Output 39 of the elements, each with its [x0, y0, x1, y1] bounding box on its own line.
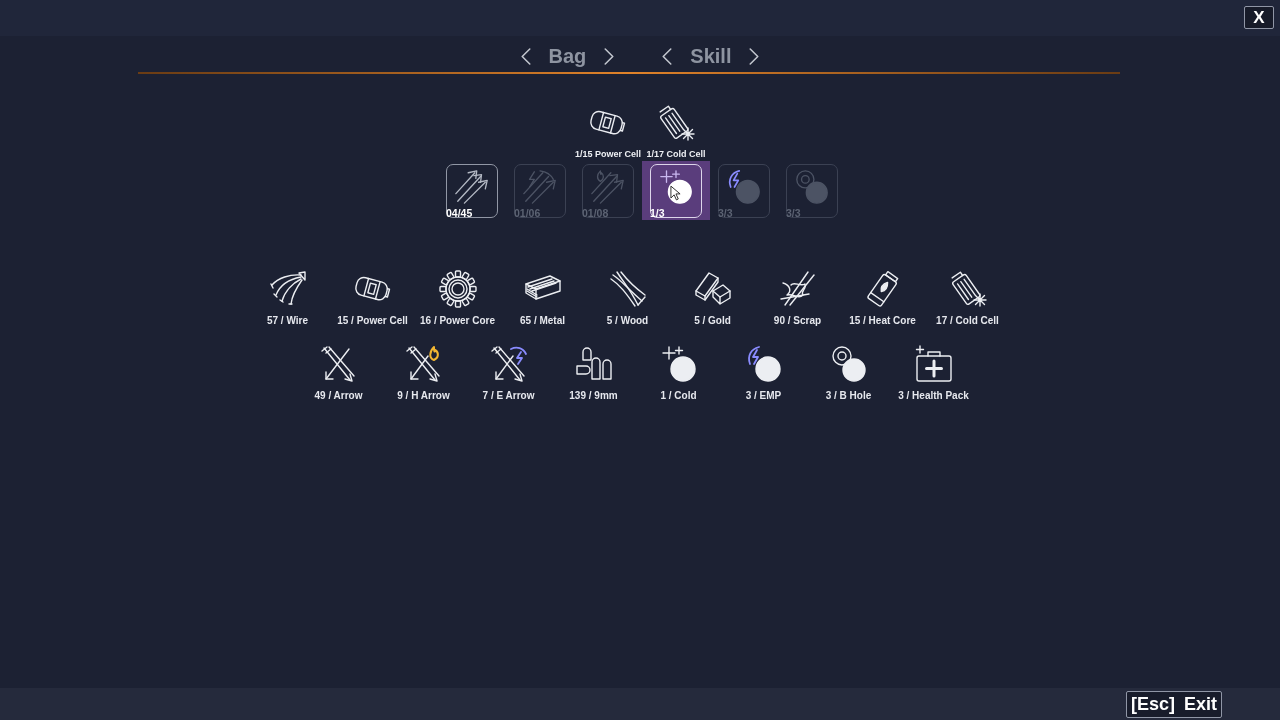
item-label: 3 / Health Pack — [898, 390, 969, 402]
orbs-icon — [793, 167, 831, 206]
previous-button[interactable] — [662, 47, 673, 65]
item-label: 90 / Scrap — [773, 315, 822, 327]
previous-button[interactable] — [520, 47, 531, 65]
skill-slot[interactable]: 1/3 — [642, 161, 710, 220]
item-label: 1 / Cold — [660, 390, 697, 402]
item-label: 139 / 9mm — [569, 390, 618, 402]
next-button[interactable] — [604, 47, 615, 65]
exit-button[interactable]: [Esc] Exit — [1126, 690, 1222, 718]
chevron-right-icon — [604, 47, 615, 65]
chevron-right-icon — [749, 47, 760, 65]
item-label: 15 / Power Cell — [337, 315, 408, 327]
item-label: 7 / E Arrow — [482, 390, 535, 402]
arrows-lightning-icon — [521, 167, 559, 206]
requirement-label: 1/17 Cold Cell — [646, 149, 706, 160]
arrows-icon — [453, 167, 491, 206]
requirement-label: 1/15 Power Cell — [574, 149, 641, 160]
category-label: Skill — [690, 46, 732, 66]
chevron-left-icon — [520, 47, 531, 65]
category-label: Bag — [548, 46, 587, 66]
medkit-icon — [913, 344, 954, 384]
item-label: 17 / Cold Cell — [936, 315, 999, 327]
item-label: 5 / Wood — [606, 315, 649, 327]
close-button[interactable]: X — [1244, 6, 1274, 29]
cursor-icon — [670, 185, 681, 201]
item-label: 9 / H Arrow — [397, 390, 450, 402]
gear-icon — [437, 269, 478, 309]
chevron-left-icon — [662, 47, 673, 65]
item-label: 3 / EMP — [745, 390, 782, 402]
item-label: 15 / Heat Core — [849, 315, 916, 327]
item-label: 49 / Arrow — [314, 390, 363, 402]
item-label: 65 / Metal — [520, 315, 565, 327]
next-button[interactable] — [749, 47, 760, 65]
item-label: 57 / Wire — [266, 315, 308, 327]
arrows-flame-icon — [589, 167, 627, 206]
item-label: 5 / Gold — [694, 315, 731, 327]
item-label: 16 / Power Core — [420, 315, 495, 327]
item-label: 3 / B Hole — [825, 390, 872, 402]
